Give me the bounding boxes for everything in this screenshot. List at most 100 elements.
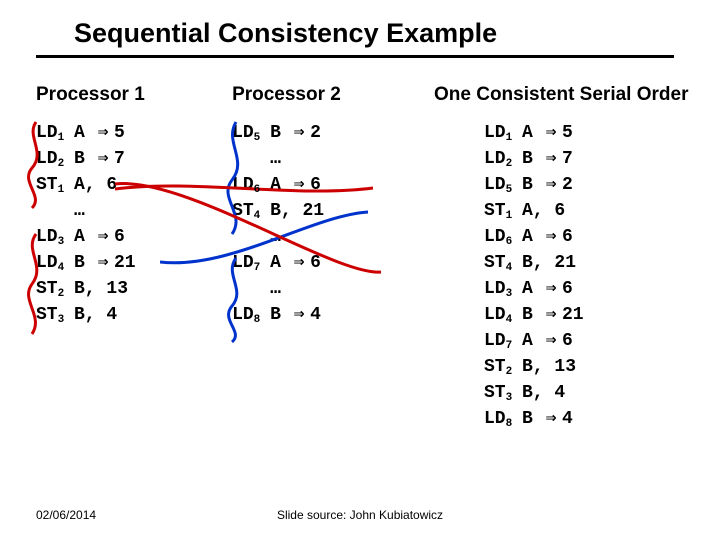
p1-st3: ST3B, 4: [36, 302, 232, 328]
p2-ld5: LD5B⇒2: [232, 120, 434, 146]
arrow-icon: ⇒: [92, 146, 114, 172]
op-sub: 4: [506, 255, 513, 281]
arrow-icon: ⇒: [288, 250, 310, 276]
arrow-icon: ⇒: [288, 172, 310, 198]
order-r4: ST1A, 6: [484, 198, 684, 224]
op-sub: 6: [506, 229, 513, 255]
p1-rows: LD1A⇒5 LD2B⇒7 ST1A, 6 … LD3A⇒6 LD4B⇒21 S…: [36, 120, 232, 328]
op-text: LD: [484, 146, 506, 172]
val: 4: [310, 302, 338, 328]
p2-ellipsis-1: …: [232, 146, 434, 172]
op-sub: 4: [254, 203, 261, 229]
store-val: B, 21: [270, 198, 324, 224]
store-val: B, 13: [522, 354, 576, 380]
reg: A: [74, 224, 92, 250]
op-text: LD: [484, 224, 506, 250]
col-serial-order: One Consistent Serial Order LD1A⇒5 LD2B⇒…: [434, 84, 684, 432]
op-sub: 1: [506, 125, 513, 151]
val: 5: [562, 120, 590, 146]
val: 21: [562, 302, 590, 328]
arrow-icon: ⇒: [540, 146, 562, 172]
op-text: LD: [232, 120, 254, 146]
reg: B: [522, 302, 540, 328]
p2-rows: LD5B⇒2 … LD6A⇒6 ST4B, 21 … LD7A⇒6 … LD8B…: [232, 120, 434, 328]
p2-ellipsis-3: …: [232, 276, 434, 302]
reg: B: [522, 146, 540, 172]
arrow-icon: ⇒: [540, 120, 562, 146]
store-val: B, 21: [522, 250, 576, 276]
op-text: ST: [36, 302, 58, 328]
p2-ld6: LD6A⇒6: [232, 172, 434, 198]
reg: A: [522, 224, 540, 250]
op-text: ST: [484, 380, 506, 406]
order-r5: LD6A⇒6: [484, 224, 684, 250]
op-sub: 7: [254, 255, 261, 281]
arrow-icon: ⇒: [288, 302, 310, 328]
op-text: LD: [36, 146, 58, 172]
order-r11: ST3B, 4: [484, 380, 684, 406]
arrow-icon: ⇒: [540, 406, 562, 432]
order-r9: LD7A⇒6: [484, 328, 684, 354]
op-sub: 4: [506, 307, 513, 333]
op-sub: 1: [58, 125, 65, 151]
op-text: LD: [36, 224, 58, 250]
arrow-icon: ⇒: [540, 172, 562, 198]
reg: B: [74, 146, 92, 172]
op-text: LD: [484, 302, 506, 328]
op-text: ST: [232, 198, 254, 224]
op-text: ST: [484, 354, 506, 380]
reg: A: [522, 276, 540, 302]
val: 6: [562, 224, 590, 250]
order-r10: ST2B, 13: [484, 354, 684, 380]
arrow-icon: ⇒: [92, 224, 114, 250]
op-text: LD: [484, 276, 506, 302]
reg: B: [522, 406, 540, 432]
op-sub: 3: [58, 307, 65, 333]
arrow-icon: ⇒: [540, 302, 562, 328]
op-text: ST: [484, 250, 506, 276]
store-val: B, 13: [74, 276, 128, 302]
order-r12: LD8B⇒4: [484, 406, 684, 432]
arrow-icon: ⇒: [92, 120, 114, 146]
p2-ellipsis-2: …: [232, 224, 434, 250]
op-sub: 1: [506, 203, 513, 229]
store-val: B, 4: [522, 380, 565, 406]
col-heading-p1: Processor 1: [36, 84, 232, 106]
val: 7: [562, 146, 590, 172]
page-title: Sequential Consistency Example: [36, 16, 674, 58]
arrow-icon: ⇒: [540, 276, 562, 302]
reg: A: [270, 250, 288, 276]
p1-ld2: LD2B⇒7: [36, 146, 232, 172]
op-sub: 3: [58, 229, 65, 255]
store-val: A, 6: [522, 198, 565, 224]
footer-source: Slide source: John Kubiatowicz: [277, 508, 443, 522]
op-text: LD: [484, 328, 506, 354]
op-sub: 2: [58, 151, 65, 177]
op-sub: 6: [254, 177, 261, 203]
op-sub: 3: [506, 385, 513, 411]
op-text: LD: [484, 120, 506, 146]
val: 7: [114, 146, 142, 172]
op-text: LD: [232, 172, 254, 198]
val: 21: [114, 250, 142, 276]
col-heading-p2: Processor 2: [232, 84, 434, 106]
order-r1: LD1A⇒5: [484, 120, 684, 146]
order-rows: LD1A⇒5 LD2B⇒7 LD5B⇒2 ST1A, 6 LD6A⇒6 ST4B…: [434, 120, 684, 432]
op-text: LD: [484, 172, 506, 198]
columns: Processor 1 LD1A⇒5 LD2B⇒7 ST1A, 6 … LD3A…: [36, 84, 684, 432]
reg: A: [522, 120, 540, 146]
op-text: LD: [232, 250, 254, 276]
val: 4: [562, 406, 590, 432]
p2-ld8: LD8B⇒4: [232, 302, 434, 328]
op-text: ST: [36, 172, 58, 198]
val: 5: [114, 120, 142, 146]
val: 6: [310, 172, 338, 198]
reg: A: [270, 172, 288, 198]
op-text: ST: [484, 198, 506, 224]
arrow-icon: ⇒: [288, 120, 310, 146]
p1-st1: ST1A, 6: [36, 172, 232, 198]
op-sub: 8: [254, 307, 261, 333]
val: 6: [562, 328, 590, 354]
p1-st2: ST2B, 13: [36, 276, 232, 302]
order-r7: LD3A⇒6: [484, 276, 684, 302]
